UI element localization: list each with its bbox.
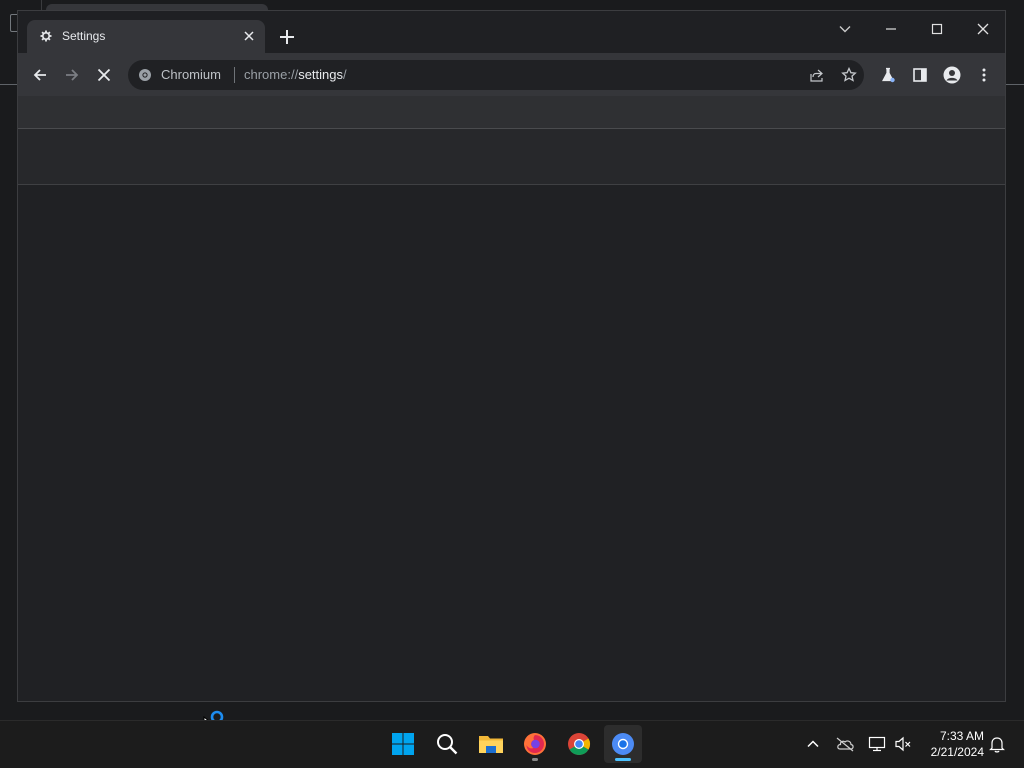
- notifications-button[interactable]: [986, 731, 1008, 757]
- share-button[interactable]: [808, 66, 826, 84]
- back-button[interactable]: [29, 64, 51, 86]
- chrome-icon: [568, 733, 590, 755]
- clock-time: 7:33 AM: [939, 729, 984, 743]
- close-window-button[interactable]: [960, 15, 1005, 43]
- network-icon: [868, 736, 886, 752]
- chromium-icon: [139, 69, 151, 81]
- minimize-button[interactable]: [868, 15, 914, 43]
- firefox-icon: [524, 733, 546, 755]
- avatar-icon: [943, 66, 961, 84]
- url-path: /: [343, 67, 347, 82]
- network-button[interactable]: [866, 731, 888, 757]
- address-bar[interactable]: Chromium chrome://settings/: [128, 60, 864, 90]
- site-chip-label[interactable]: Chromium: [161, 67, 221, 82]
- url-text[interactable]: chrome://settings/: [244, 67, 347, 82]
- profile-button[interactable]: [942, 65, 962, 85]
- volume-muted-icon: [895, 736, 911, 752]
- more-vert-icon: [982, 68, 986, 82]
- volume-button[interactable]: [892, 731, 914, 757]
- onedrive-button[interactable]: [834, 731, 856, 757]
- chromium-button[interactable]: [604, 725, 642, 763]
- active-indicator: [615, 758, 631, 761]
- search-icon: [437, 734, 458, 755]
- taskbar: 7:33 AM 2/21/2024: [0, 720, 1024, 768]
- chrome-labs-button[interactable]: [878, 65, 898, 85]
- star-icon: [841, 67, 857, 82]
- taskbar-clock[interactable]: 7:33 AM 2/21/2024: [922, 728, 984, 760]
- settings-header-placeholder: [18, 96, 1005, 128]
- running-indicator: [532, 758, 538, 761]
- page-content: [18, 185, 1005, 701]
- maximize-button[interactable]: [914, 15, 960, 43]
- url-host: settings: [298, 67, 343, 82]
- file-explorer-button[interactable]: [472, 725, 510, 763]
- close-tab-icon[interactable]: [241, 28, 257, 44]
- tab-title: Settings: [62, 29, 106, 43]
- chromium-icon: [612, 733, 634, 755]
- background-window-divider: [0, 84, 18, 85]
- minimize-icon: [886, 28, 896, 30]
- clock-date: 2/21/2024: [930, 745, 984, 759]
- side-panel-icon: [913, 68, 927, 82]
- folder-icon: [479, 736, 503, 753]
- arrow-right-icon: [66, 69, 79, 81]
- share-icon: [810, 69, 823, 82]
- url-scheme: chrome://: [244, 67, 299, 82]
- maximize-icon: [931, 23, 943, 35]
- chrome-button[interactable]: [560, 725, 598, 763]
- bell-icon: [989, 737, 1005, 753]
- start-button[interactable]: [384, 725, 422, 763]
- new-tab-button[interactable]: [277, 27, 297, 47]
- firefox-button[interactable]: [516, 725, 554, 763]
- chevron-down-icon: [839, 26, 851, 33]
- omnibox-divider: [234, 67, 235, 83]
- browser-toolbar: Chromium chrome://settings/: [18, 53, 1005, 96]
- browser-window: Settings Chromium chrome://settings/: [17, 10, 1006, 702]
- tab-search-button[interactable]: [822, 15, 868, 43]
- flask-icon: [882, 67, 895, 83]
- settings-search-placeholder: [18, 129, 1005, 184]
- cloud-offline-icon: [836, 737, 854, 752]
- arrow-left-icon: [33, 69, 46, 81]
- side-panel-button[interactable]: [910, 65, 930, 85]
- bookmark-button[interactable]: [840, 66, 858, 84]
- taskbar-search-button[interactable]: [428, 725, 466, 763]
- tab-settings[interactable]: Settings: [27, 20, 265, 53]
- forward-button[interactable]: [61, 64, 83, 86]
- stop-loading-button[interactable]: [93, 64, 115, 86]
- menu-button[interactable]: [974, 65, 994, 85]
- chevron-up-icon: [807, 740, 819, 748]
- close-icon: [977, 23, 989, 35]
- gear-icon: [40, 30, 52, 42]
- background-window-divider: [1006, 84, 1024, 85]
- close-icon: [97, 68, 111, 82]
- tab-strip: Settings: [18, 11, 1005, 53]
- windows-logo-icon: [392, 733, 414, 755]
- show-hidden-icons-button[interactable]: [802, 731, 824, 757]
